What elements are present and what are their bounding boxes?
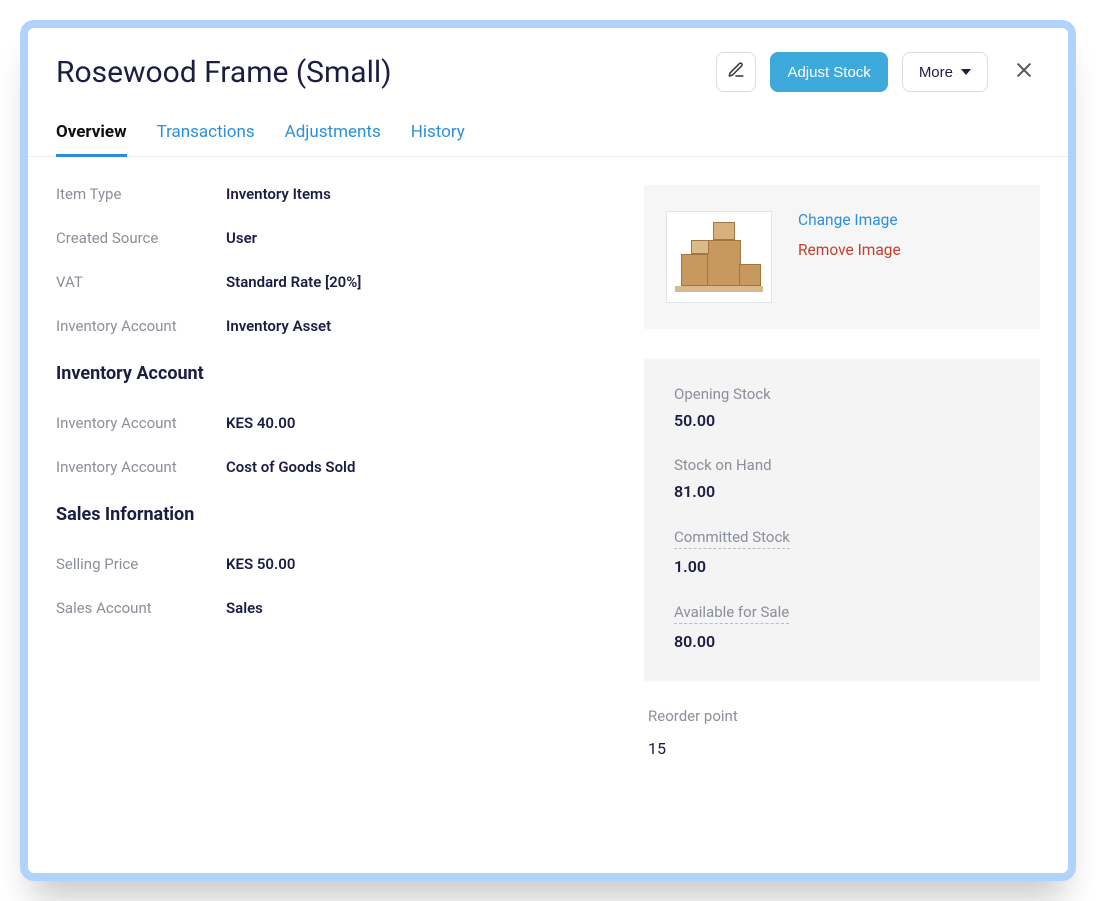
value-inventory-account: Inventory Asset xyxy=(226,317,331,335)
label-inventory-account: Inventory Account xyxy=(56,317,226,335)
stock-available: Available for Sale 80.00 xyxy=(674,602,1010,651)
label-opening-stock: Opening Stock xyxy=(674,385,1010,403)
value-reorder-point: 15 xyxy=(648,739,1040,758)
section-sales-information: Sales Infornation xyxy=(56,504,636,525)
value-selling-price: KES 50.00 xyxy=(226,555,295,573)
more-label: More xyxy=(919,64,953,81)
item-thumbnail xyxy=(666,211,772,303)
label-vat: VAT xyxy=(56,273,226,291)
value-sales-account: Sales xyxy=(226,599,263,617)
header: Rosewood Frame (Small) Adjust Stock More xyxy=(28,28,1068,100)
more-button[interactable]: More xyxy=(902,52,988,92)
label-created-source: Created Source xyxy=(56,229,226,247)
value-item-type: Inventory Items xyxy=(226,185,331,203)
stock-committed: Committed Stock 1.00 xyxy=(674,527,1010,576)
tab-history[interactable]: History xyxy=(411,114,465,156)
right-column: Change Image Remove Image Opening Stock … xyxy=(644,185,1054,758)
value-vat: Standard Rate [20%] xyxy=(226,273,361,291)
stock-on-hand: Stock on Hand 81.00 xyxy=(674,456,1010,501)
header-actions: Adjust Stock More xyxy=(716,52,1040,92)
value-inv-acct-2: Cost of Goods Sold xyxy=(226,458,355,476)
value-inv-acct-1: KES 40.00 xyxy=(226,414,295,432)
edit-button[interactable] xyxy=(716,52,756,92)
stock-summary-card: Opening Stock 50.00 Stock on Hand 81.00 … xyxy=(644,359,1040,681)
body: Item Type Inventory Items Created Source… xyxy=(28,157,1068,778)
stock-opening: Opening Stock 50.00 xyxy=(674,385,1010,430)
page-title: Rosewood Frame (Small) xyxy=(56,55,716,90)
reorder-point: Reorder point 15 xyxy=(644,707,1040,758)
image-card: Change Image Remove Image xyxy=(644,185,1040,329)
value-available-for-sale: 80.00 xyxy=(674,632,1010,651)
pencil-icon xyxy=(727,61,745,83)
close-button[interactable] xyxy=(1008,58,1040,86)
row-inv-acct-2: Inventory Account Cost of Goods Sold xyxy=(56,458,636,476)
adjust-stock-button[interactable]: Adjust Stock xyxy=(770,52,887,92)
label-selling-price: Selling Price xyxy=(56,555,226,573)
row-selling-price: Selling Price KES 50.00 xyxy=(56,555,636,573)
row-item-type: Item Type Inventory Items xyxy=(56,185,636,203)
tab-adjustments[interactable]: Adjustments xyxy=(285,114,381,156)
label-item-type: Item Type xyxy=(56,185,226,203)
row-inventory-account: Inventory Account Inventory Asset xyxy=(56,317,636,335)
item-detail-panel: Rosewood Frame (Small) Adjust Stock More… xyxy=(20,20,1076,881)
tabs: Overview Transactions Adjustments Histor… xyxy=(28,114,1068,157)
change-image-link[interactable]: Change Image xyxy=(798,211,901,229)
row-created-source: Created Source User xyxy=(56,229,636,247)
left-column: Item Type Inventory Items Created Source… xyxy=(56,185,636,758)
caret-down-icon xyxy=(961,69,971,75)
label-inv-acct-1: Inventory Account xyxy=(56,414,226,432)
label-reorder-point: Reorder point xyxy=(648,707,1040,725)
section-inventory-account: Inventory Account xyxy=(56,363,636,384)
row-vat: VAT Standard Rate [20%] xyxy=(56,273,636,291)
label-stock-on-hand: Stock on Hand xyxy=(674,456,1010,474)
label-inv-acct-2: Inventory Account xyxy=(56,458,226,476)
boxes-icon xyxy=(681,254,709,286)
tab-transactions[interactable]: Transactions xyxy=(157,114,255,156)
value-committed-stock: 1.00 xyxy=(674,557,1010,576)
row-inv-acct-1: Inventory Account KES 40.00 xyxy=(56,414,636,432)
value-opening-stock: 50.00 xyxy=(674,411,1010,430)
image-links: Change Image Remove Image xyxy=(798,211,901,271)
value-created-source: User xyxy=(226,229,257,247)
value-stock-on-hand: 81.00 xyxy=(674,482,1010,501)
remove-image-link[interactable]: Remove Image xyxy=(798,241,901,259)
label-available-for-sale: Available for Sale xyxy=(674,603,789,624)
tab-overview[interactable]: Overview xyxy=(56,114,127,157)
label-committed-stock: Committed Stock xyxy=(674,528,790,549)
row-sales-account: Sales Account Sales xyxy=(56,599,636,617)
label-sales-account: Sales Account xyxy=(56,599,226,617)
